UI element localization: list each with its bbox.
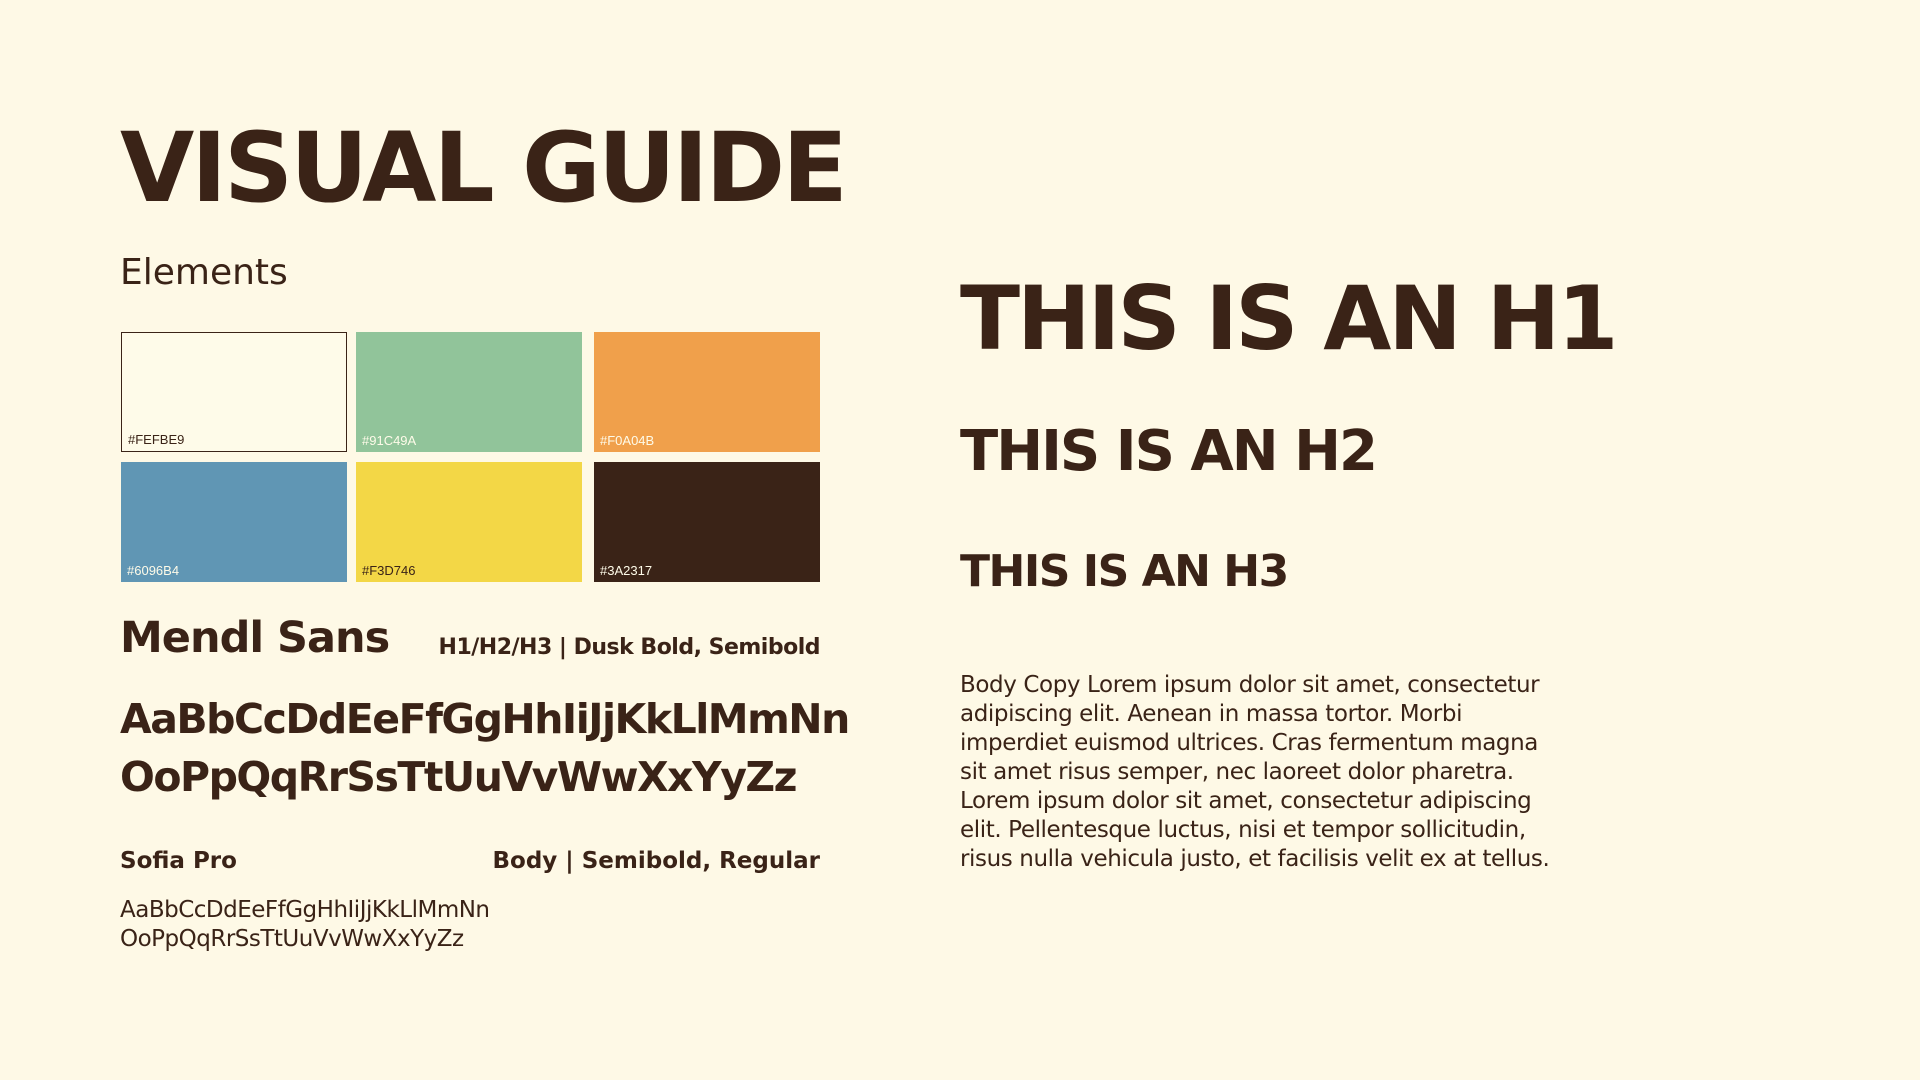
color-swatch-brown: #3A2317 bbox=[594, 462, 820, 582]
heading-h2-sample: THIS IS AN H2 bbox=[960, 419, 1378, 484]
heading-h1-sample: THIS IS AN H1 bbox=[960, 267, 1618, 370]
color-swatch-hex-label: #F3D746 bbox=[362, 563, 416, 578]
body-font-specimen: AaBbCcDdEeFfGgHhIiJjKkLlMmNn OoPpQqRrSsT… bbox=[120, 896, 490, 954]
body-copy-line: risus nulla vehicula justo, et facilisis… bbox=[960, 846, 1550, 872]
page-title: VISUAL GUIDE bbox=[120, 112, 848, 224]
color-swatch-hex-label: #3A2317 bbox=[600, 563, 653, 578]
body-specimen-line-2: OoPpQqRrSsTtUuVvWwXxYyZz bbox=[120, 926, 464, 952]
body-copy-line: imperdiet euismod ultrices. Cras ferment… bbox=[960, 730, 1539, 756]
heading-specimen-line-1: AaBbCcDdEeFfGgHhIiJjKkLlMmNn bbox=[120, 695, 850, 743]
color-swatch-yellow: #F3D746 bbox=[356, 462, 582, 582]
elements-heading: Elements bbox=[120, 252, 288, 293]
body-specimen-line-1: AaBbCcDdEeFfGgHhIiJjKkLlMmNn bbox=[120, 897, 490, 923]
color-swatch-cream: #FEFBE9 bbox=[121, 332, 347, 452]
heading-specimen-line-2: OoPpQqRrSsTtUuVvWwXxYyZz bbox=[120, 753, 798, 801]
body-copy-sample: Body Copy Lorem ipsum dolor sit amet, co… bbox=[960, 671, 1600, 874]
body-copy-line: sit amet risus semper, nec laoreet dolor… bbox=[960, 759, 1514, 785]
heading-font-name: Mendl Sans bbox=[120, 613, 390, 663]
body-copy-line: Lorem ipsum dolor sit amet, consectetur … bbox=[960, 788, 1532, 814]
color-swatch-hex-label: #91C49A bbox=[362, 433, 417, 448]
color-swatch-hex-label: #6096B4 bbox=[127, 563, 180, 578]
color-swatch-hex-label: #F0A04B bbox=[600, 433, 655, 448]
heading-font-usage: H1/H2/H3 | Dusk Bold, Semibold bbox=[438, 635, 821, 660]
heading-h3-sample: THIS IS AN H3 bbox=[960, 546, 1289, 597]
body-copy-line: Body Copy Lorem ipsum dolor sit amet, co… bbox=[960, 672, 1540, 698]
body-font-usage: Body | Semibold, Regular bbox=[492, 848, 820, 874]
color-swatch-green: #91C49A bbox=[356, 332, 582, 452]
color-swatch-hex-label: #FEFBE9 bbox=[128, 432, 185, 447]
body-font-name: Sofia Pro bbox=[120, 848, 237, 874]
color-swatch-orange: #F0A04B bbox=[594, 332, 820, 452]
body-copy-line: elit. Pellentesque luctus, nisi et tempo… bbox=[960, 817, 1526, 843]
color-swatch-blue: #6096B4 bbox=[121, 462, 347, 582]
heading-font-specimen: AaBbCcDdEeFfGgHhIiJjKkLlMmNn OoPpQqRrSsT… bbox=[120, 690, 850, 806]
body-copy-line: adipiscing elit. Aenean in massa tortor.… bbox=[960, 701, 1463, 727]
color-palette: #FEFBE9 #91C49A #F0A04B #6096B4 #F3D746 … bbox=[121, 332, 821, 582]
